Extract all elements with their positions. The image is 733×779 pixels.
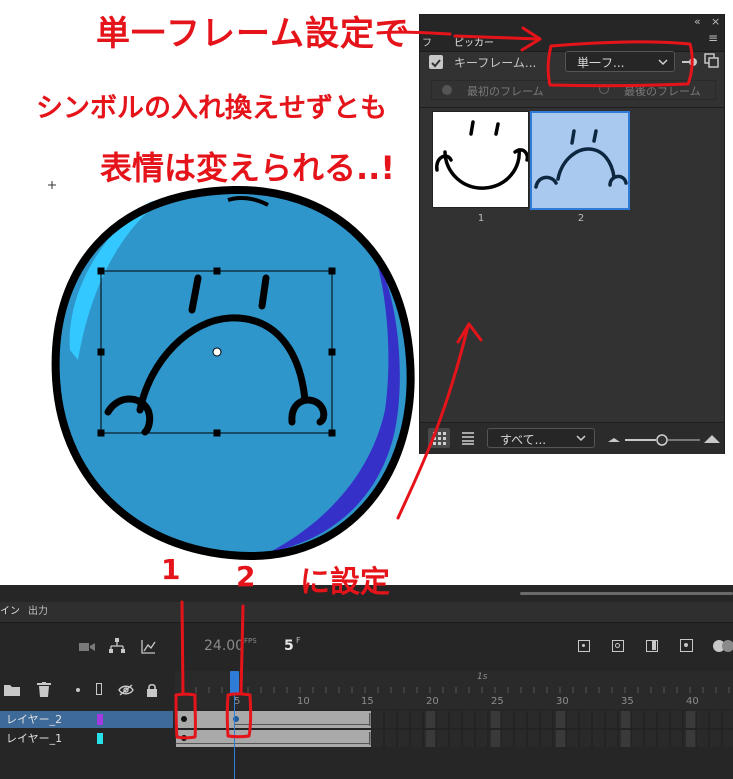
annotation-drawings xyxy=(174,26,694,740)
